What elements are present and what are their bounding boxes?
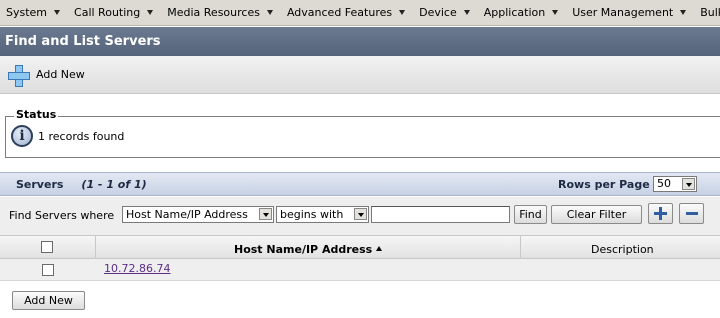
rows-per-page-label: Rows per Page: [558, 178, 650, 191]
add-criteria-button[interactable]: [648, 203, 673, 224]
status-legend: Status: [14, 108, 59, 121]
chevron-down-icon[interactable]: [259, 208, 272, 220]
main-menu-bar: System Call Routing Media Resources Adva…: [0, 0, 720, 26]
clear-filter-button[interactable]: Clear Filter: [551, 205, 642, 224]
menu-bulk-administration-label: Bulk Administration: [700, 6, 720, 19]
menu-user-management-label: User Management: [572, 6, 674, 19]
menu-device-label: Device: [419, 6, 457, 19]
column-description[interactable]: Description: [521, 236, 720, 259]
chevron-down-icon[interactable]: [354, 208, 367, 220]
table-header: Host Name/IP Address Description: [0, 235, 720, 259]
section-title: Servers: [16, 177, 64, 191]
chevron-down-icon: [463, 10, 470, 15]
menu-bulk-administration[interactable]: Bulk Administration: [694, 0, 720, 25]
toolbar-add-new-link[interactable]: Add New: [36, 68, 85, 81]
menu-media-resources[interactable]: Media Resources: [161, 0, 273, 25]
menu-advanced-features-label: Advanced Features: [286, 6, 393, 19]
chevron-down-icon: [54, 10, 61, 15]
status-message: 1 records found: [38, 130, 125, 143]
filter-field-value: Host Name/IP Address: [126, 208, 248, 221]
row-checkbox[interactable]: [42, 264, 54, 276]
chevron-down-icon: [552, 10, 559, 15]
servers-section-header: Servers (1 - 1 of 1) Rows per Page 50: [0, 172, 720, 196]
search-input[interactable]: [371, 206, 510, 223]
menu-device[interactable]: Device: [413, 0, 470, 25]
column-description-label: Description: [591, 243, 654, 256]
select-all-column: [0, 236, 96, 259]
record-count: (1 - 1 of 1): [81, 177, 147, 191]
chevron-down-icon: [399, 10, 406, 15]
filter-field-select[interactable]: Host Name/IP Address: [122, 206, 274, 223]
chevron-down-icon: [680, 10, 687, 15]
column-host-name-text: Host Name/IP Address: [234, 243, 373, 256]
toolbar: Add New: [0, 56, 720, 94]
plus-icon: [654, 207, 667, 220]
info-icon: i: [11, 125, 33, 147]
filter-operator-value: begins with: [280, 208, 344, 221]
chevron-down-icon: [147, 10, 154, 15]
table-row: 10.72.86.74: [0, 259, 720, 281]
sort-ascending-icon: [376, 246, 383, 251]
select-all-checkbox[interactable]: [41, 241, 53, 253]
menu-system[interactable]: System: [0, 0, 61, 25]
column-host-name-label: Host Name/IP Address: [234, 243, 383, 256]
menu-application-label: Application: [483, 6, 546, 19]
minus-icon: [686, 212, 698, 215]
menu-application[interactable]: Application: [478, 0, 559, 25]
filter-label: Find Servers where: [9, 209, 115, 222]
menu-advanced-features[interactable]: Advanced Features: [281, 0, 406, 25]
add-plus-icon[interactable]: [8, 64, 30, 87]
column-host-name[interactable]: Host Name/IP Address: [96, 236, 521, 259]
host-link[interactable]: 10.72.86.74: [104, 262, 170, 275]
remove-criteria-button[interactable]: [679, 203, 704, 224]
menu-call-routing-label: Call Routing: [74, 6, 141, 19]
menu-user-management[interactable]: User Management: [566, 0, 687, 25]
find-button[interactable]: Find: [514, 205, 547, 224]
chevron-down-icon: [266, 10, 273, 15]
chevron-down-icon[interactable]: [682, 178, 695, 190]
rows-per-page-select[interactable]: 50: [653, 176, 697, 192]
menu-system-label: System: [6, 6, 48, 19]
menu-call-routing[interactable]: Call Routing: [68, 0, 154, 25]
page-title: Find and List Servers: [5, 34, 161, 49]
filter-row: Find Servers where Host Name/IP Address …: [0, 197, 720, 235]
filter-operator-select[interactable]: begins with: [276, 206, 369, 223]
status-panel: Status i 1 records found: [5, 108, 720, 158]
add-new-button[interactable]: Add New: [12, 291, 85, 310]
menu-media-resources-label: Media Resources: [167, 6, 260, 19]
page-title-bar: Find and List Servers: [0, 27, 720, 56]
rows-per-page-value: 50: [657, 177, 671, 190]
